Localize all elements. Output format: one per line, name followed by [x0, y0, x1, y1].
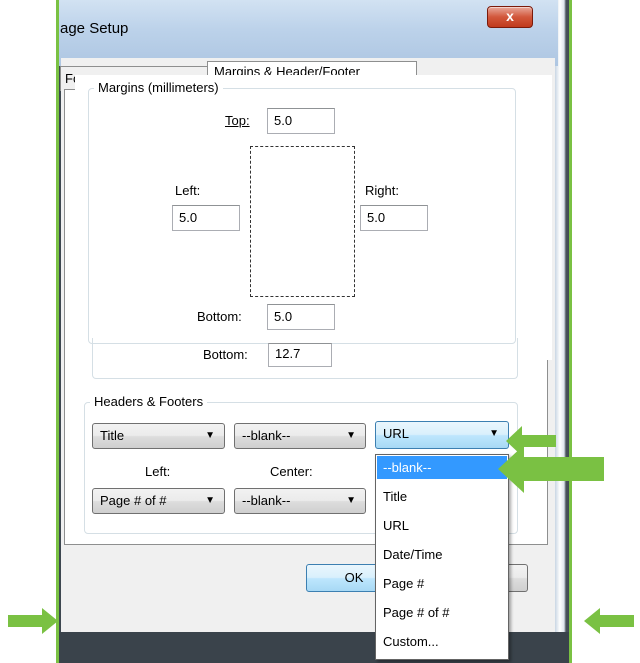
chevron-down-icon: ▼	[346, 430, 356, 441]
arrow-left-icon	[498, 445, 604, 493]
footer-center-select[interactable]: --blank-- ▼	[234, 488, 366, 514]
bottom-margin-input-underlying[interactable]: 12.7	[268, 343, 332, 367]
left-margin-input[interactable]: 5.0	[172, 205, 240, 231]
chevron-down-icon: ▼	[205, 495, 215, 506]
left-caption: Left:	[145, 464, 171, 479]
left-label: Left:	[175, 183, 201, 198]
dropdown-option[interactable]: URL	[377, 514, 507, 537]
arrow-left-icon	[584, 608, 634, 634]
header-center-select[interactable]: --blank-- ▼	[234, 423, 366, 449]
footer-left-value: Page # of #	[100, 493, 167, 508]
close-button[interactable]: x	[487, 6, 533, 28]
dropdown-option[interactable]: Title	[377, 485, 507, 508]
dropdown-option[interactable]: Custom...	[377, 630, 507, 653]
dropdown-option[interactable]: Page #	[377, 572, 507, 595]
header-right-dropdown-list[interactable]: --blank-- Title URL Date/Time Page # Pag…	[375, 454, 509, 660]
chevron-down-icon: ▼	[205, 430, 215, 441]
chevron-down-icon: ▼	[489, 428, 499, 439]
bottom-margin-input[interactable]: 5.0	[267, 304, 335, 330]
top-margin-input[interactable]: 5.0	[267, 108, 335, 134]
dropdown-option[interactable]: --blank--	[377, 456, 507, 479]
header-center-value: --blank--	[242, 428, 291, 443]
cancel-button[interactable]	[508, 564, 528, 592]
center-caption: Center:	[270, 464, 313, 479]
dropdown-option[interactable]: Page # of #	[377, 601, 507, 624]
window-title: age Setup	[60, 20, 129, 37]
header-right-value: URL	[383, 426, 410, 441]
margins-legend: Margins (millimeters)	[94, 80, 223, 95]
bottom-label: Bottom:	[197, 309, 242, 324]
title-bar[interactable]	[59, 0, 558, 66]
close-icon: x	[506, 8, 514, 24]
right-label: Right:	[365, 183, 399, 198]
annotation-border-right	[569, 0, 572, 663]
dropdown-option[interactable]: Date/Time	[377, 543, 507, 566]
arrow-right-icon	[8, 608, 58, 634]
footer-center-value: --blank--	[242, 493, 291, 508]
footer-left-select[interactable]: Page # of # ▼	[92, 488, 225, 514]
header-left-select[interactable]: Title ▼	[92, 423, 225, 449]
chevron-down-icon: ▼	[346, 495, 356, 506]
bottom-label-underlying: Bottom:	[203, 347, 248, 362]
page-preview	[250, 146, 355, 297]
top-label-text: Top:	[225, 113, 250, 128]
right-margin-input[interactable]: 5.0	[360, 205, 428, 231]
header-right-select[interactable]: URL ▼	[375, 421, 509, 449]
header-left-value: Title	[100, 428, 125, 443]
headers-footers-legend: Headers & Footers	[90, 394, 208, 409]
annotation-border-left	[56, 0, 59, 663]
top-label: Top:	[225, 113, 250, 128]
